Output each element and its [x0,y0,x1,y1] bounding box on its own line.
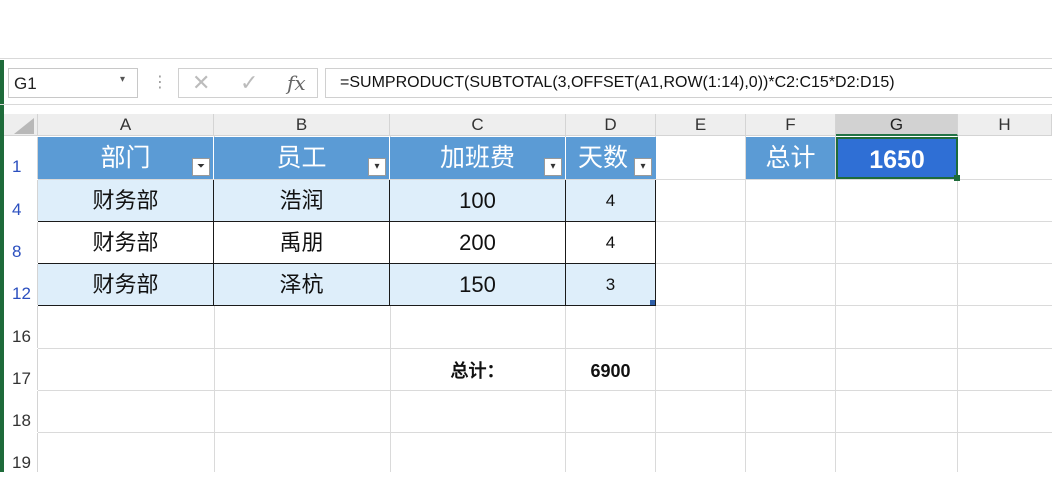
filter-dropdown-icon[interactable]: ▾ [544,158,562,176]
table-cell[interactable]: 100 [390,180,566,222]
enter-check-icon[interactable]: ✓ [240,70,258,96]
filter-dropdown-icon[interactable]: ▾ [368,158,386,176]
table-cell[interactable]: 浩润 [214,180,390,222]
cancel-icon[interactable]: ✕ [192,70,210,96]
fill-handle[interactable] [954,175,960,181]
total-label-cell[interactable]: 总计 [746,137,835,179]
select-all-triangle-icon [14,118,34,134]
row-header-4[interactable]: 4 [4,180,38,221]
column-header-h[interactable]: H [958,114,1052,136]
column-header-d[interactable]: D [566,114,656,136]
formula-text: =SUMPRODUCT(SUBTOTAL(3,OFFSET(A1,ROW(1:1… [340,74,895,91]
gridline-v [745,136,746,472]
column-header-f[interactable]: F [746,114,836,136]
summary-value-cell[interactable]: 6900 [566,350,655,392]
row-header-8[interactable]: 8 [4,222,38,263]
column-header-b[interactable]: B [214,114,390,136]
row-header-19[interactable]: 19 [4,433,38,472]
filter-active-icon[interactable]: ⏷ [192,158,210,176]
column-header-a[interactable]: A [38,114,214,136]
column-header-c[interactable]: C [390,114,566,136]
filter-dropdown-icon[interactable]: ▾ [634,158,652,176]
table-cell[interactable]: 3 [566,264,656,306]
gridline-v [957,136,958,472]
gridline-v [835,136,836,472]
header-cell-staff[interactable]: 员工 [214,137,390,179]
summary-label-cell[interactable]: 总计： [390,350,565,392]
name-box-dropdown-icon[interactable]: ▾ [120,74,125,85]
table-resize-handle[interactable] [650,300,655,305]
table-cell[interactable]: 200 [390,222,566,264]
gridline-h [38,348,1052,349]
table-cell[interactable]: 泽杭 [214,264,390,306]
formula-bar-divider [0,104,1052,105]
header-cell-dept[interactable]: 部门 [38,137,214,179]
table-cell[interactable]: 财务部 [38,222,214,264]
row-header-1[interactable]: 1 [4,137,38,179]
table-cell[interactable]: 4 [566,180,656,222]
window-top-border [0,58,1052,59]
table-cell[interactable]: 禹朋 [214,222,390,264]
formula-bar-grip-icon[interactable]: ⋮ [152,72,168,92]
name-box-value: G1 [14,74,37,93]
table-cell[interactable]: 财务部 [38,180,214,222]
selected-cell-g1[interactable]: 1650 [836,137,958,179]
table-cell[interactable]: 150 [390,264,566,306]
row-header-18[interactable]: 18 [4,391,38,432]
table-cell[interactable]: 4 [566,222,656,264]
row-header-16[interactable]: 16 [4,306,38,348]
row-header-17[interactable]: 17 [4,349,38,390]
header-cell-overtime[interactable]: 加班费 [390,137,566,179]
gridline-h [38,432,1052,433]
column-header-g[interactable]: G [836,114,958,136]
table-cell[interactable]: 财务部 [38,264,214,306]
row-header-12[interactable]: 12 [4,264,38,305]
column-header-e[interactable]: E [656,114,746,136]
insert-function-icon[interactable]: fx [287,71,306,95]
